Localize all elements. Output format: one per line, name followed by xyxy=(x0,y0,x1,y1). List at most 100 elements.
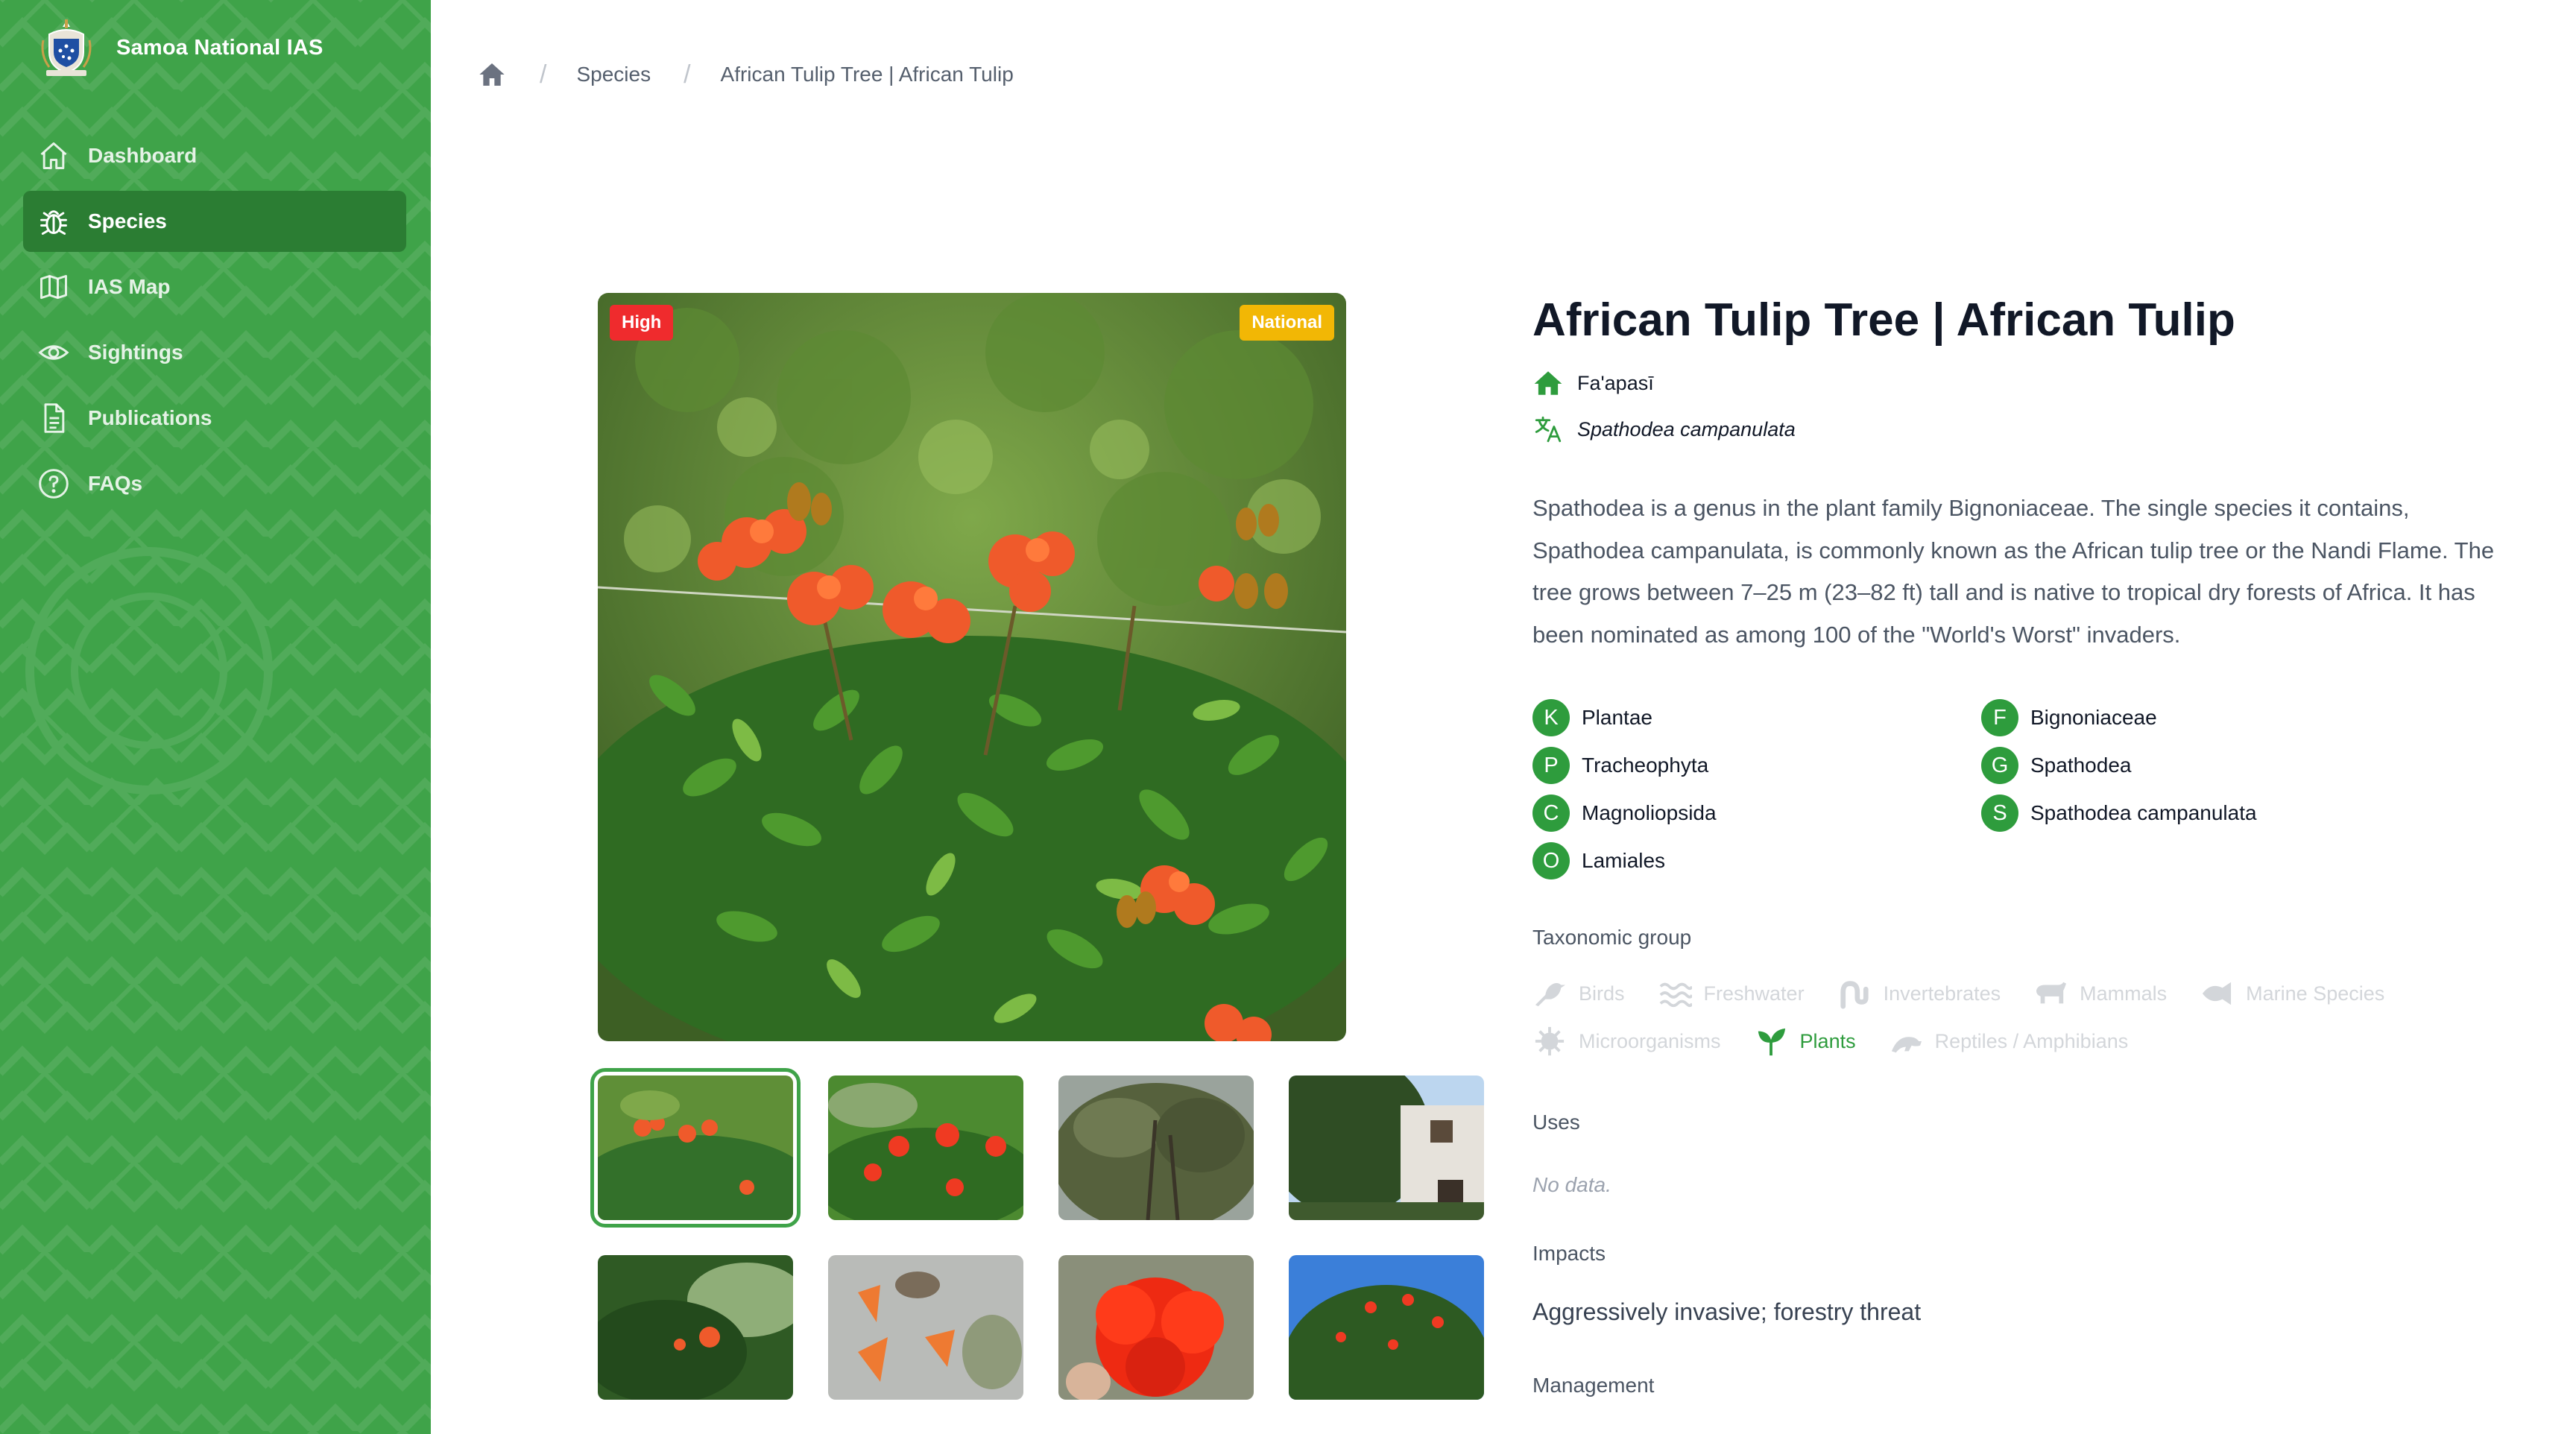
thumbnail-7[interactable] xyxy=(1058,1255,1254,1400)
reptile-icon xyxy=(1891,1037,1922,1053)
rank-letter-badge: K xyxy=(1532,699,1570,736)
breadcrumb-separator: / xyxy=(540,60,547,89)
local-name: Fa'apasī xyxy=(1577,371,1654,394)
rank-letter-badge: O xyxy=(1532,842,1570,879)
species-description: Spathodea is a genus in the plant family… xyxy=(1532,495,2495,648)
tax-group-label: Freshwater xyxy=(1703,982,1805,1005)
thumbnail-4[interactable] xyxy=(1289,1076,1484,1220)
thumbnail-image xyxy=(598,1076,793,1220)
sidebar-item-label: Dashboard xyxy=(88,144,198,167)
breadcrumb-item-species[interactable]: Species xyxy=(576,63,651,86)
sidebar-nav: Dashboard Species IAS Map Sightings Publ… xyxy=(23,125,406,519)
sidebar-item-sightings[interactable]: Sightings xyxy=(23,322,406,383)
tax-group-label: Mammals xyxy=(2080,982,2168,1005)
rank-letter-badge: C xyxy=(1532,795,1570,832)
sidebar-item-ias-map[interactable]: IAS Map xyxy=(23,256,406,318)
sidebar-item-species[interactable]: Species xyxy=(23,191,406,252)
scope-badge: National xyxy=(1240,305,1334,341)
tax-group-label: Microorganisms xyxy=(1579,1029,1721,1052)
sidebar-item-faqs[interactable]: FAQs xyxy=(23,453,406,514)
sidebar-item-label: Sightings xyxy=(88,341,183,364)
tax-group-label: Plants xyxy=(1799,1029,1856,1052)
tax-group-label: Marine Species xyxy=(2246,982,2385,1005)
main-species-image[interactable]: High National xyxy=(598,293,1346,1041)
rank-value: Bignoniaceae xyxy=(2030,706,2157,729)
breadcrumb-item-current: African Tulip Tree | African Tulip xyxy=(720,63,1014,86)
tax-group-freshwater[interactable]: Freshwater xyxy=(1658,978,1805,1009)
tax-group-mammals[interactable]: Mammals xyxy=(2033,978,2167,1009)
tax-group-label: Birds xyxy=(1579,982,1625,1005)
microbe-icon xyxy=(1535,1026,1565,1056)
rank-value: Spathodea campanulata xyxy=(2030,801,2257,824)
rank-value: Lamiales xyxy=(1582,849,1666,872)
thumbnail-image xyxy=(1289,1076,1484,1220)
tax-group-microorganisms[interactable]: Microorganisms xyxy=(1532,1026,1721,1057)
tax-group-plants[interactable]: Plants xyxy=(1754,1026,1856,1057)
species-title: African Tulip Tree | African Tulip xyxy=(1532,294,2235,346)
tax-group-marine-species[interactable]: Marine Species xyxy=(2200,978,2384,1009)
thumbnail-image xyxy=(1289,1255,1484,1400)
tax-group-reptiles-amphibians[interactable]: Reptiles / Amphibians xyxy=(1889,1026,2129,1057)
brand[interactable]: Samoa National IAS xyxy=(37,18,323,78)
sidebar-item-publications[interactable]: Publications xyxy=(23,388,406,449)
taxonomy-genus: G Spathodea xyxy=(1981,747,2430,784)
rank-letter-badge: G xyxy=(1981,747,2018,784)
home-icon xyxy=(37,139,70,172)
sidebar-item-label: IAS Map xyxy=(88,275,171,298)
taxonomy-species: S Spathodea campanulata xyxy=(1981,795,2430,832)
sidebar-item-label: FAQs xyxy=(88,472,143,495)
home-icon xyxy=(1534,371,1562,395)
thumbnail-image xyxy=(828,1076,1023,1220)
document-icon xyxy=(37,402,70,435)
scientific-name-row: Spathodea campanulata xyxy=(1532,408,2524,450)
taxonomic-groups: Birds Freshwater Invertebrates Mammals M… xyxy=(1532,978,2516,1057)
taxonomy-ranks: K Plantae F Bignoniaceae P Tracheophyta … xyxy=(1532,699,2524,879)
bird-icon xyxy=(1535,983,1565,1007)
mammal-icon xyxy=(2036,982,2067,1004)
app-name: Samoa National IAS xyxy=(116,35,323,60)
local-name-row: Fa'apasī xyxy=(1532,362,2524,404)
tax-group-label: Reptiles / Amphibians xyxy=(1934,1029,2129,1052)
tax-group-label: Invertebrates xyxy=(1883,982,2001,1005)
thumbnail-8[interactable] xyxy=(1289,1255,1484,1400)
african-tulip-photo xyxy=(598,293,1346,1041)
thumbnail-1[interactable] xyxy=(590,1068,801,1228)
tax-group-invertebrates[interactable]: Invertebrates xyxy=(1837,978,2001,1009)
impacts-label: Impacts xyxy=(1532,1242,1606,1265)
breadcrumb: / Species / African Tulip Tree | African… xyxy=(477,57,1014,92)
risk-badge: High xyxy=(610,305,674,341)
sidebar-item-label: Publications xyxy=(88,406,212,429)
sidebar-item-dashboard[interactable]: Dashboard xyxy=(23,125,406,186)
species-detail: African Tulip Tree | African Tulip Fa'ap… xyxy=(1532,283,2524,1397)
rank-value: Spathodea xyxy=(2030,754,2132,777)
samoa-coat-of-arms-logo xyxy=(41,19,92,76)
sidebar-item-label: Species xyxy=(88,209,167,233)
tax-group-birds[interactable]: Birds xyxy=(1532,978,1625,1009)
thumbnail-6[interactable] xyxy=(828,1255,1023,1400)
uses-value: No data. xyxy=(1532,1173,1611,1196)
breadcrumb-home-icon[interactable] xyxy=(477,60,507,89)
thumbnail-image xyxy=(828,1255,1023,1400)
taxonomy-phylum: P Tracheophyta xyxy=(1532,747,1981,784)
fish-icon xyxy=(2203,982,2232,1005)
uses-label: Uses xyxy=(1532,1111,1580,1134)
scientific-name: Spathodea campanulata xyxy=(1577,417,1796,440)
taxonomy-class: C Magnoliopsida xyxy=(1532,795,1981,832)
waves-icon xyxy=(1659,982,1692,1008)
taxonomy-family: F Bignoniaceae xyxy=(1981,699,2430,736)
taxonomic-group-label: Taxonomic group xyxy=(1532,926,1692,949)
rank-value: Tracheophyta xyxy=(1582,754,1709,777)
bug-icon xyxy=(37,205,70,238)
rank-letter-badge: S xyxy=(1981,795,2018,832)
thumbnail-2[interactable] xyxy=(828,1076,1023,1220)
breadcrumb-separator: / xyxy=(684,60,691,89)
worm-icon xyxy=(1840,981,1869,1009)
translate-icon xyxy=(1535,416,1562,443)
thumbnail-5[interactable] xyxy=(598,1255,793,1400)
thumbnail-3[interactable] xyxy=(1058,1076,1254,1220)
taxonomy-kingdom: K Plantae xyxy=(1532,699,1981,736)
thumbnail-image xyxy=(598,1255,793,1400)
rank-letter-badge: P xyxy=(1532,747,1570,784)
thumbnail-image xyxy=(1058,1255,1254,1400)
taxonomy-order: O Lamiales xyxy=(1532,842,1981,879)
